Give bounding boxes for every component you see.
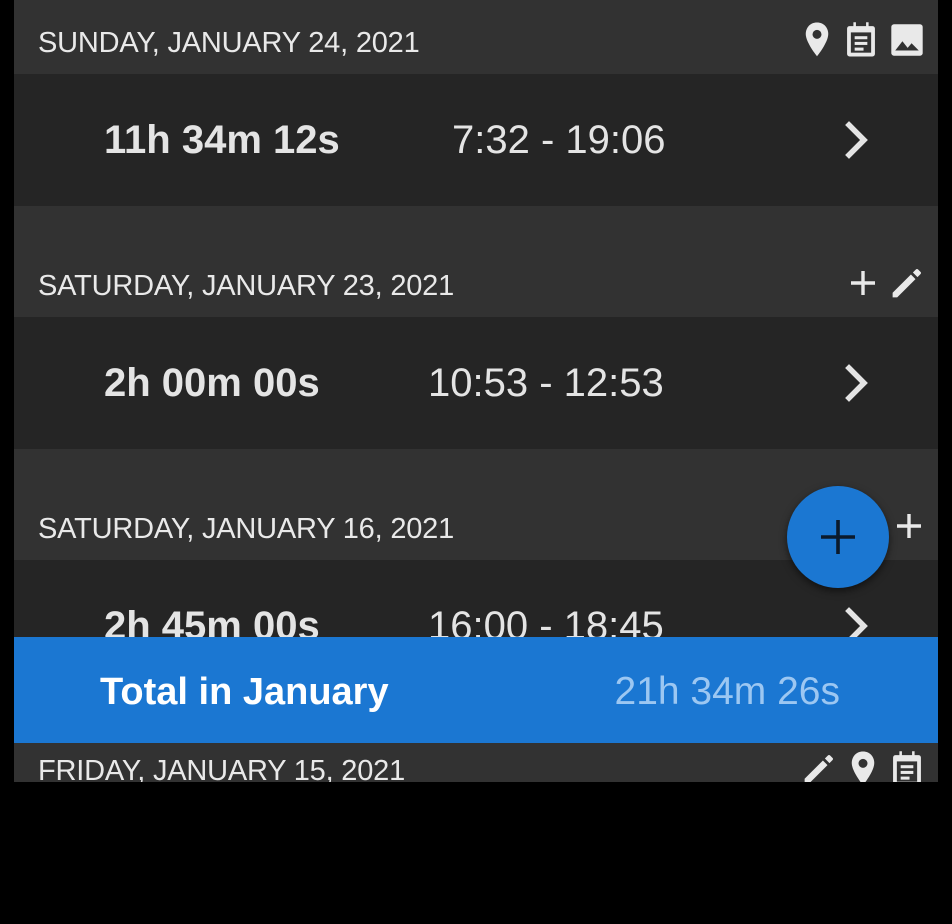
time-entry-row[interactable]: 2h 00m 00s 10:53 - 12:53 [14,317,938,449]
add-entry-fab[interactable] [787,486,889,588]
total-label: Total in January [100,671,389,713]
entry-time-range: 10:53 - 12:53 [428,361,664,405]
entry-time-range: 7:32 - 19:06 [452,118,666,162]
edit-icon[interactable] [802,752,836,782]
add-icon[interactable] [894,511,924,541]
note-icon[interactable] [844,21,878,59]
day-header-date: FRIDAY, JANUARY 15, 2021 [38,755,406,782]
day-header-icons [802,20,924,60]
chevron-right-icon[interactable] [836,363,876,403]
time-entry-row[interactable]: 11h 34m 12s 7:32 - 19:06 [14,74,938,206]
entry-duration: 2h 00m 00s [104,361,320,405]
chevron-right-icon[interactable] [836,120,876,160]
day-header-icons [802,749,924,782]
day-header: FRIDAY, JANUARY 15, 2021 [14,743,938,782]
day-header-date: SATURDAY, JANUARY 16, 2021 [38,513,455,545]
add-icon[interactable] [848,268,878,298]
day-header: SUNDAY, JANUARY 24, 2021 [14,0,938,74]
location-icon[interactable] [848,750,878,782]
day-header: SATURDAY, JANUARY 23, 2021 [14,243,938,317]
edit-icon[interactable] [890,266,924,300]
add-icon [821,520,855,554]
location-icon[interactable] [802,21,832,59]
entry-duration: 11h 34m 12s [104,118,340,162]
day-header-date: SUNDAY, JANUARY 24, 2021 [38,27,420,59]
total-value: 21h 34m 26s [614,670,841,713]
day-header-date: SATURDAY, JANUARY 23, 2021 [38,270,455,302]
day-header-icons [894,506,924,546]
month-total-bar: Total in January 21h 34m 26s [14,637,938,743]
image-icon[interactable] [890,23,924,57]
day-header-icons [848,263,924,303]
note-icon[interactable] [890,750,924,782]
